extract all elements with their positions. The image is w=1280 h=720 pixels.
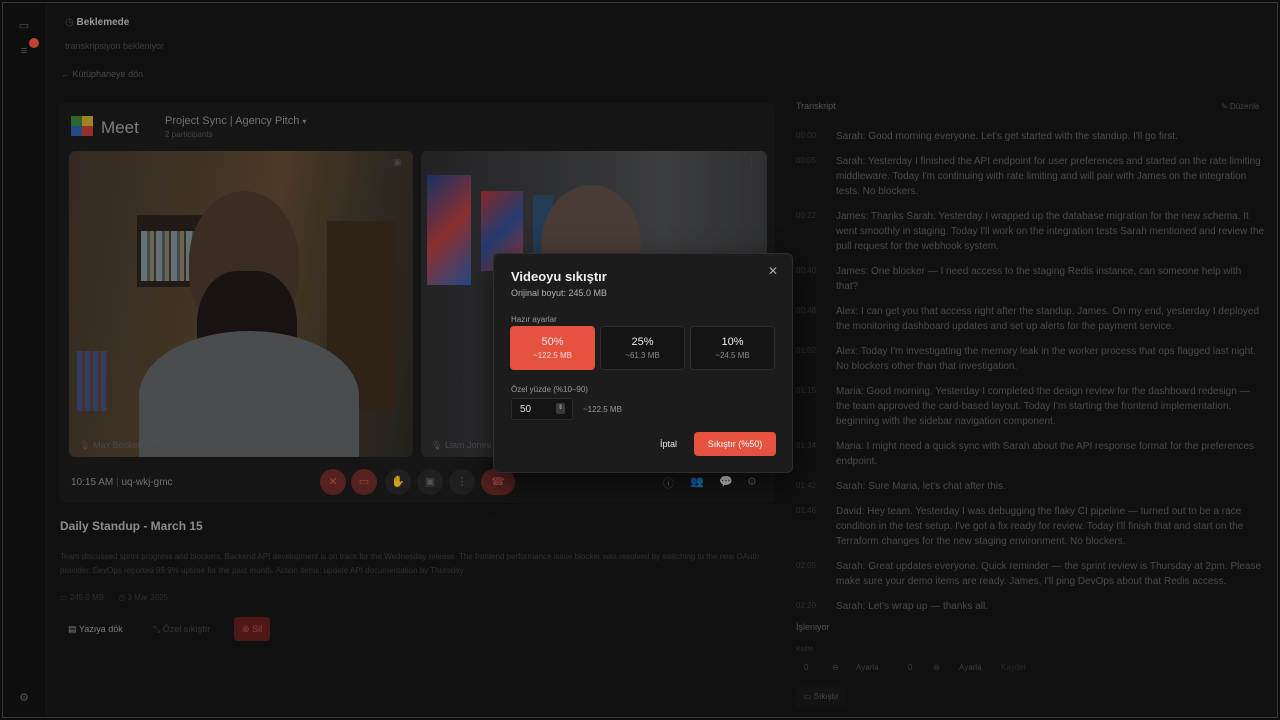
app-window: ▭ ≡ ⚙ ◷ Beklemede transkripsiyon bekleni… [2,2,1278,718]
dialog-title: Videoyu sıkıştır [511,269,607,284]
preset-50-size: ~122.5 MB [533,351,572,360]
compress-video-dialog: Videoyu sıkıştır Orijinal boyut: 245.0 M… [493,253,793,473]
stepper-icon[interactable]: ⇕ [556,403,565,414]
original-size: Orijinal boyut: 245.0 MB [511,288,608,298]
preset-10-size: ~24.5 MB [715,351,750,360]
preset-10-percent: 10% [721,336,744,348]
preset-25-percent: 25% [631,336,654,348]
preset-50-percent: 50% [541,336,564,348]
compress-button[interactable]: Sıkıştır (%50) [694,432,776,456]
close-icon[interactable]: ✕ [766,264,780,278]
presets-label: Hazır ayarlar [511,315,557,324]
custom-percent-label: Özel yüzde (%10–90) [511,385,588,394]
preset-50[interactable]: 50% ~122.5 MB [510,326,595,370]
custom-estimate: ~122.5 MB [583,405,622,414]
preset-25-size: ~61.3 MB [625,351,660,360]
cancel-button[interactable]: İptal [654,432,683,456]
preset-10[interactable]: 10% ~24.5 MB [690,326,775,370]
preset-25[interactable]: 25% ~61.3 MB [600,326,685,370]
